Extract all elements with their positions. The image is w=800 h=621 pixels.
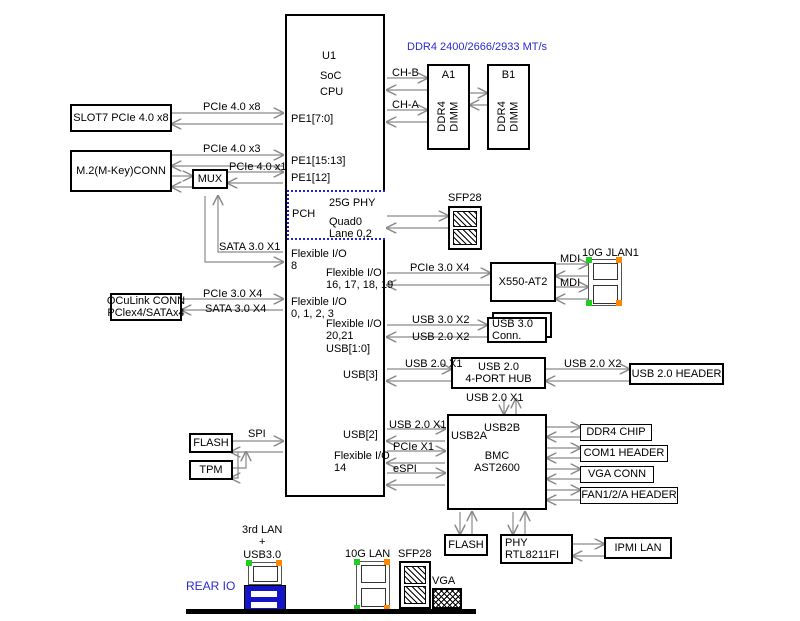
link-spi: SPI xyxy=(248,428,266,440)
jlan1-led-orange-bottom xyxy=(616,300,622,306)
memory-speed-label: DDR4 2400/2666/2933 MT/s xyxy=(407,41,548,53)
rear-usb3-port-1[interactable] xyxy=(251,591,277,597)
cpu-port-pe1-12: PE1[12] xyxy=(291,172,331,184)
jlan1-led-green-bottom xyxy=(586,300,592,306)
rear-3rdlan-led-orange xyxy=(276,560,282,566)
tpm-block[interactable]: TPM xyxy=(189,460,233,480)
rear-sfp28-label: SFP28 xyxy=(398,548,432,560)
bmc-label: BMC AST2600 xyxy=(474,449,520,474)
phy-title-label: 25G PHY xyxy=(329,197,376,209)
usb2-hub-block[interactable]: USB 2.0 4-PORT HUB xyxy=(451,357,546,389)
link-mdi-b: MDI xyxy=(560,277,581,289)
dimm-a1-type: DDR4 DIMM xyxy=(436,101,461,133)
slot7-block[interactable]: SLOT7 PCIe 4.0 x8 xyxy=(70,104,172,132)
rear-3rdlan-port[interactable] xyxy=(253,566,278,582)
jlan1-cage[interactable] xyxy=(588,259,622,306)
ipmi-lan-block[interactable]: IPMI LAN xyxy=(604,537,672,559)
phy-quad-label: Quad0 Lane 0,2 xyxy=(329,216,372,241)
rear-sfp28-port-2[interactable] xyxy=(404,586,426,604)
com1-header-block[interactable]: COM1 HEADER xyxy=(580,445,668,462)
cpu-u1-label: U1 xyxy=(322,50,337,62)
link-espi: eSPI xyxy=(393,463,417,475)
usb2-header-block[interactable]: USB 2.0 HEADER xyxy=(629,363,724,385)
cpu-cpu-label: CPU xyxy=(320,86,344,98)
link-sata30x1: SATA 3.0 X1 xyxy=(219,241,281,253)
link-pcie30x4-x550: PCIe 3.0 X4 xyxy=(410,262,470,274)
link-pcie30x4-oculink: PCIe 3.0 X4 xyxy=(203,288,263,300)
rear-10glan-led-green-top xyxy=(354,559,360,565)
vga-conn-block[interactable]: VGA CONN xyxy=(580,466,654,483)
sfp28-port-2[interactable] xyxy=(453,229,477,245)
oculink-block[interactable]: OCuLink CONN PClex4/SATAx4 xyxy=(107,293,185,321)
dimm-b1-type: DDR4 DIMM xyxy=(496,101,521,133)
cpu-port-fio16: Flexible I/O 16, 17, 18, 19 xyxy=(326,267,394,292)
rear-io-label: REAR IO xyxy=(186,579,236,593)
usb3-conn-block[interactable]: USB 3.0 Conn. xyxy=(487,317,547,343)
bmc-usb2a-label: USB2A xyxy=(451,430,488,442)
link-usb20x1-b: USB 2.0 X1 xyxy=(466,392,524,404)
m2-connector-block[interactable]: M.2(M-Key)CONN xyxy=(70,150,172,192)
mux-block[interactable]: MUX xyxy=(192,169,228,189)
rear-io-bar xyxy=(186,609,476,614)
link-cha: CH-A xyxy=(392,99,419,111)
jlan1-port-2[interactable] xyxy=(593,285,618,304)
link-pciex1: PCIe X1 xyxy=(393,441,434,453)
x550-at2-block[interactable]: X550-AT2 xyxy=(490,262,556,302)
rear-3rdlan-label: 3rd LAN + USB3.0 xyxy=(242,524,283,561)
sfp28-label: SFP28 xyxy=(448,192,482,204)
rear-usb3-port-2[interactable] xyxy=(251,602,277,608)
cpu-port-fio20: Flexible I/O 20,21 USB[1:0] xyxy=(326,318,382,355)
jlan1-led-orange-top xyxy=(616,257,622,263)
dimm-b1-label: B1 xyxy=(501,69,516,81)
rear-vga-port[interactable] xyxy=(432,588,462,609)
bmc-usb2b-label: USB2B xyxy=(484,422,521,434)
jlan1-port-1[interactable] xyxy=(593,263,618,280)
rear-10glan-led-orange-top xyxy=(384,559,390,565)
rear-10glan-cage[interactable] xyxy=(356,561,390,611)
link-pcie40x8: PCIe 4.0 x8 xyxy=(203,101,261,113)
link-usb30x2: USB 3.0 X2 xyxy=(412,314,470,326)
rear-sfp28-port-1[interactable] xyxy=(404,566,426,584)
link-sata30x4: SATA 3.0 X4 xyxy=(205,303,267,315)
rear-10glan-port-2[interactable] xyxy=(361,588,386,607)
block-diagram-canvas: U1 SoC CPU PE1[7:0] PE1[15:13] PE1[12] P… xyxy=(0,0,800,621)
link-usb20x1-a: USB 2.0 X1 xyxy=(405,358,463,370)
fan-header-block[interactable]: FAN1/2/A HEADER xyxy=(580,487,678,504)
link-chb: CH-B xyxy=(392,67,419,79)
sfp28-cage[interactable] xyxy=(448,206,482,250)
rear-vga-label: VGA xyxy=(432,575,456,587)
cpu-port-fio14: Flexible I/O 14 xyxy=(334,450,390,475)
cpu-port-pch: PCH xyxy=(292,208,316,220)
cpu-soc-label: SoC xyxy=(320,70,342,82)
cpu-port-usb3: USB[3] xyxy=(343,369,378,381)
rear-3rdlan-led-green xyxy=(246,560,252,566)
cpu-port-fio0: Flexible I/O 0, 1, 2, 3 xyxy=(291,296,347,321)
rear-10glan-port-1[interactable] xyxy=(361,565,386,583)
link-usb20x1-c: USB 2.0 X1 xyxy=(389,419,447,431)
phy-rtl8211fi-block[interactable]: PHY RTL8211FI xyxy=(500,534,573,564)
cpu-port-pe1-7-0: PE1[7:0] xyxy=(291,113,334,125)
link-pcie40x3: PCIe 4.0 x3 xyxy=(203,143,261,155)
ddr4-chip-block[interactable]: DDR4 CHIP xyxy=(580,424,652,441)
sfp28-port-1[interactable] xyxy=(453,211,477,227)
link-usb20x2-a: USB 2.0 X2 xyxy=(412,331,470,343)
cpu-port-usb2: USB[2] xyxy=(343,429,378,441)
flash-block[interactable]: FLASH xyxy=(189,433,233,453)
dimm-a1-block[interactable]: A1 DDR4 DIMM xyxy=(427,64,470,150)
link-usb20x2-b: USB 2.0 X2 xyxy=(564,358,622,370)
cpu-port-pe1-15-13: PE1[15:13] xyxy=(291,155,346,167)
jlan1-led-green-top xyxy=(586,257,592,263)
link-pcie40x1: PCIe 4.0 x1 xyxy=(229,161,287,173)
link-mdi-a: MDI xyxy=(560,253,581,265)
dimm-b1-block[interactable]: B1 DDR4 DIMM xyxy=(487,64,530,150)
rear-sfp28-cage[interactable] xyxy=(399,561,431,609)
dimm-a1-label: A1 xyxy=(441,69,456,81)
bmc-flash-block[interactable]: FLASH xyxy=(444,534,488,556)
